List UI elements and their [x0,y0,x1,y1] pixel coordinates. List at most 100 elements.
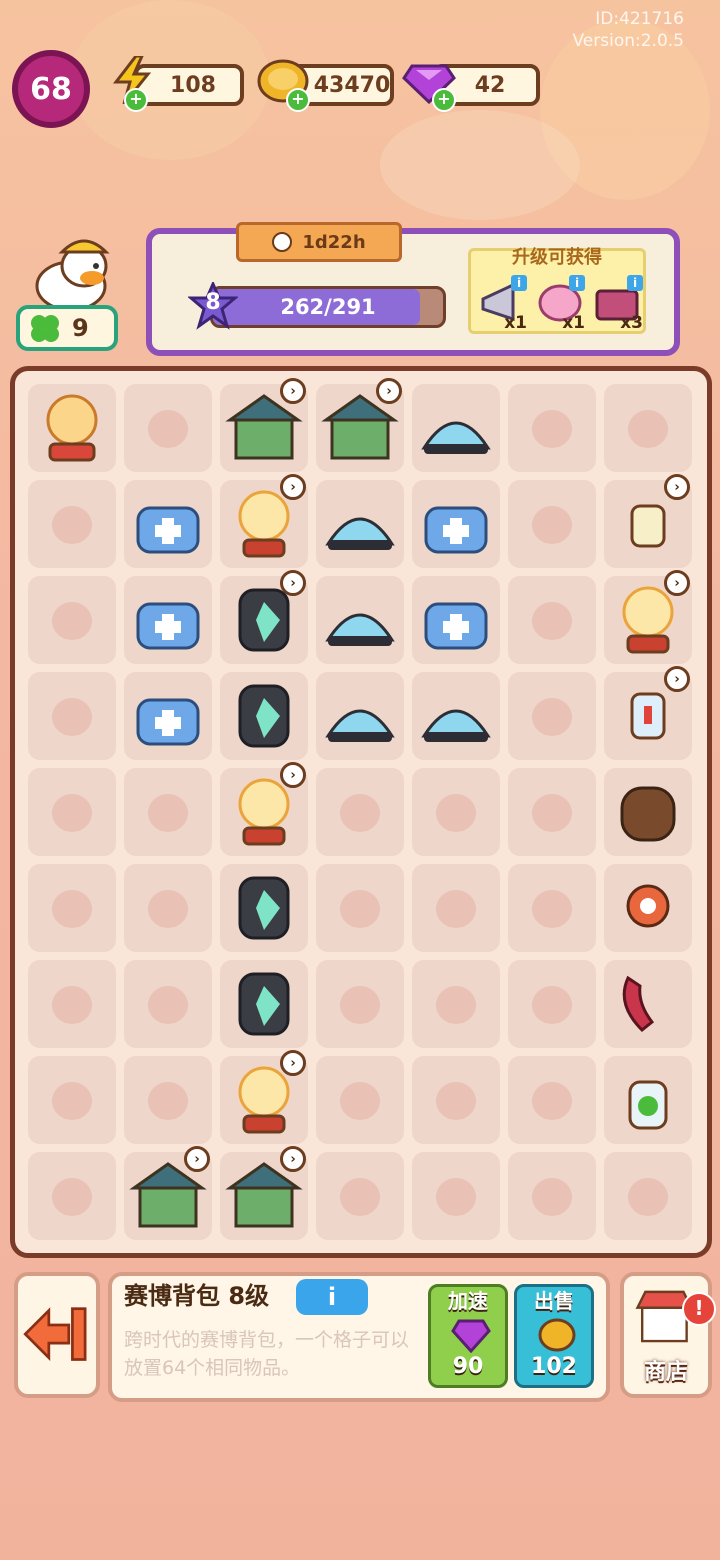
producer-clock-icon: › [376,378,402,404]
board-cell[interactable] [412,1152,500,1240]
clock-icon [272,232,293,252]
board-cell[interactable] [28,960,116,1048]
producer-clock-icon: › [280,1050,306,1076]
board-item[interactable] [412,480,500,568]
cyber-backpack-icon [238,972,290,1036]
telephone-receiver-icon [622,975,655,1033]
reward-brain[interactable]: i x1 [533,275,587,333]
board-cell[interactable] [508,384,596,472]
board-cell[interactable] [316,1056,404,1144]
board-item[interactable] [604,1056,692,1144]
energy-value: 108 [170,72,216,98]
board-cell[interactable] [604,384,692,472]
board-item[interactable] [220,864,308,952]
bg-decoration [380,110,580,220]
board-cell[interactable] [124,864,212,952]
board-cell[interactable] [508,1056,596,1144]
board-cell[interactable] [412,768,500,856]
board-cell[interactable] [508,480,596,568]
info-badge: i [627,275,643,291]
board-cell[interactable] [124,960,212,1048]
board-cell[interactable] [508,864,596,952]
speed-up-button[interactable]: 加速 90 [428,1284,508,1388]
add-gems-button[interactable]: + [432,88,456,112]
build-info: ID:421716 Version:2.0.5 [573,8,685,52]
board-item[interactable] [316,576,404,664]
tent-icon [325,709,395,742]
board-cell[interactable] [508,1152,596,1240]
board-cell[interactable] [316,864,404,952]
board-cell[interactable] [316,1152,404,1240]
board-cell[interactable] [316,960,404,1048]
add-coins-button[interactable]: + [286,88,310,112]
reward-ticket-box[interactable]: i x3 [591,275,645,333]
producer-clock-icon: › [280,474,306,500]
player-level-value: 68 [30,71,72,107]
producer-clock-icon: › [280,1146,306,1172]
rewards-title: 升级可获得 [512,247,602,268]
board-item[interactable] [124,480,212,568]
cyber-backpack-icon [238,684,290,748]
producer-clock-icon: › [280,570,306,596]
sell-price: 102 [531,1354,577,1379]
board-item[interactable] [604,960,692,1048]
board-cell[interactable] [28,672,116,760]
board-cell[interactable] [28,1152,116,1240]
board-cell[interactable] [124,1056,212,1144]
tent-icon [325,613,395,646]
board-cell[interactable] [28,1056,116,1144]
board-cell[interactable] [508,672,596,760]
board-item[interactable] [220,960,308,1048]
board-cell[interactable] [412,1056,500,1144]
board-cell[interactable] [412,864,500,952]
board-item[interactable] [316,480,404,568]
board-item[interactable] [28,384,116,472]
event-timer: 1d22h [236,222,402,262]
board-item[interactable] [124,576,212,664]
board-cell[interactable] [508,576,596,664]
board-cell[interactable] [124,384,212,472]
gem-value: 42 [474,72,506,98]
version-text: Version:2.0.5 [572,31,685,51]
board-item[interactable] [124,672,212,760]
clover-icon [31,315,59,342]
board-item[interactable] [412,672,500,760]
board-item[interactable] [316,672,404,760]
item-info-button[interactable]: i [296,1279,368,1315]
first-aid-kit-icon [424,506,488,554]
board-cell[interactable] [316,768,404,856]
board-item[interactable] [604,768,692,856]
level-up-rewards[interactable]: 升级可获得 i x1 i x1 i x3 [468,247,646,334]
first-aid-kit-icon [136,698,200,746]
board-cell[interactable] [28,576,116,664]
shop-button[interactable]: 商店 [620,1272,712,1398]
board-cell[interactable] [508,960,596,1048]
air-fryer-icon [620,786,676,842]
sell-button[interactable]: 出售 102 [514,1284,594,1388]
reward-count: x3 [620,313,643,333]
duck-mascot-icon[interactable] [26,230,116,310]
first-aid-kit-icon [136,602,200,650]
board-cell[interactable] [28,768,116,856]
reward-megaphone[interactable]: i x1 [475,275,529,333]
board-cell[interactable] [508,768,596,856]
reward-count: x1 [562,313,585,333]
exit-button[interactable] [14,1272,100,1398]
board-cell[interactable] [412,960,500,1048]
board-cell[interactable] [28,480,116,568]
board-item[interactable] [604,864,692,952]
tent-icon [421,709,491,742]
board-cell[interactable] [124,768,212,856]
bottled-clover-icon [628,1080,668,1130]
selected-item-description: 跨时代的赛博背包，一个格子可以放置64个相同物品。 [124,1329,410,1379]
board-cell[interactable] [604,1152,692,1240]
coin-value: 43470 [313,72,391,98]
board-item[interactable] [412,576,500,664]
player-level-badge[interactable]: 68 [12,50,90,128]
board-item[interactable] [220,672,308,760]
producer-clock-icon: › [280,762,306,788]
board-item[interactable] [412,384,500,472]
board-cell[interactable] [28,864,116,952]
add-energy-button[interactable]: + [124,88,148,112]
sell-label: 出售 [534,1289,574,1313]
